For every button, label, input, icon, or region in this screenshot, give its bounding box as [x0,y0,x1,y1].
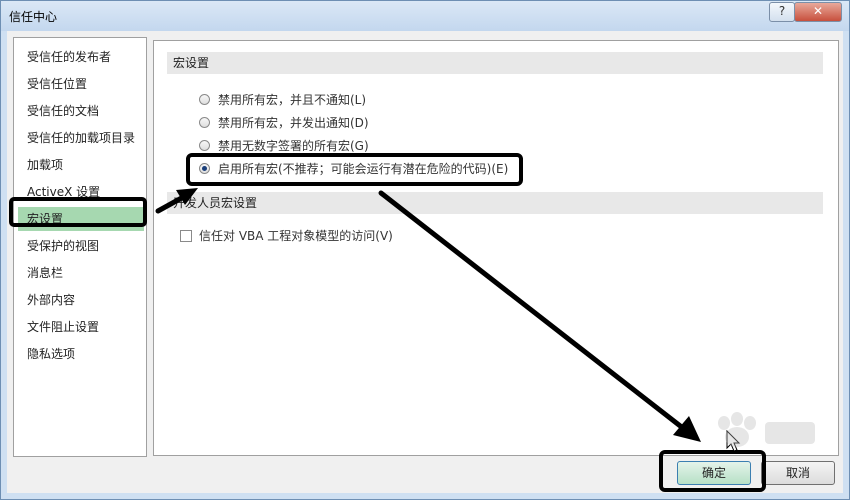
arrow-to-option [155,188,198,214]
mouse-cursor-icon [726,430,741,452]
arrow-to-ok-button [378,190,701,442]
annotation-arrows [155,188,701,442]
trust-center-dialog: 信任中心 ? ✕ 受信任的发布者 受信任位置 受信任的文档 受信任的加载项目录 … [0,0,850,500]
